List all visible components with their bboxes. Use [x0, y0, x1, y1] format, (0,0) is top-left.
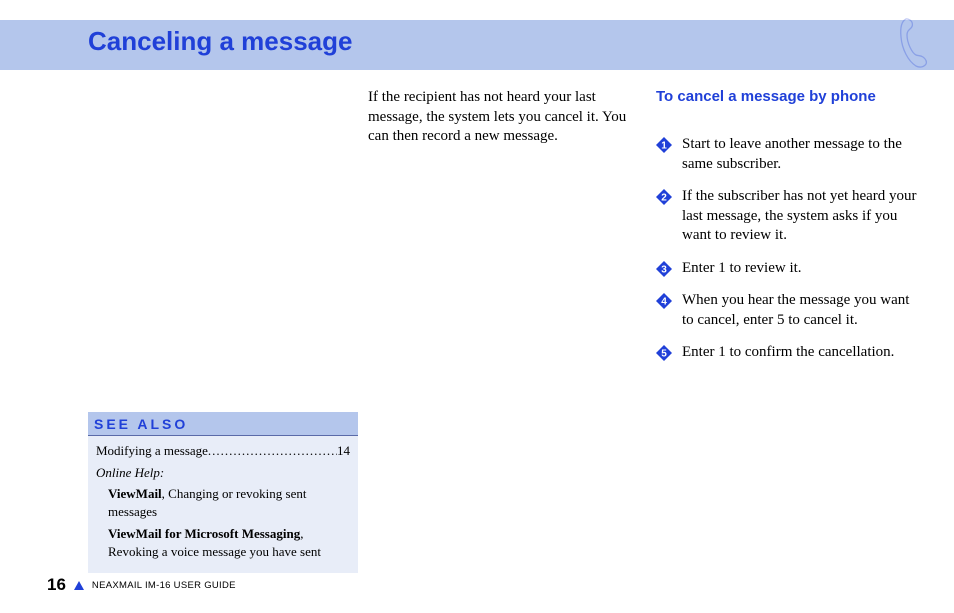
- page-number: 16: [47, 575, 66, 595]
- step-text: Enter 1 to review it.: [676, 259, 921, 279]
- online-help-label: Online Help:: [96, 464, 350, 482]
- step-text: Enter 1 to confirm the cancellation.: [676, 343, 921, 363]
- step-text: Start to leave another message to the sa…: [676, 135, 921, 174]
- step-2: 2 If the subscriber has not yet heard yo…: [656, 187, 921, 246]
- procedure-steps: 1 Start to leave another message to the …: [656, 135, 921, 376]
- step-number-icon: 4: [656, 293, 676, 309]
- dot-leader: ...............................: [208, 442, 337, 460]
- svg-text:3: 3: [661, 264, 667, 275]
- step-5: 5 Enter 1 to confirm the cancellation.: [656, 343, 921, 363]
- step-text: When you hear the message you want to ca…: [676, 291, 921, 330]
- svg-text:2: 2: [661, 193, 667, 204]
- step-4: 4 When you hear the message you want to …: [656, 291, 921, 330]
- step-number-icon: 2: [656, 189, 676, 205]
- procedure-heading: To cancel a message by phone: [656, 88, 911, 107]
- xref-label: Modifying a message: [96, 442, 208, 460]
- see-also-heading: SEE ALSO: [88, 412, 358, 435]
- step-number-icon: 5: [656, 345, 676, 361]
- step-text: If the subscriber has not yet heard your…: [676, 187, 921, 246]
- see-also-body: Modifying a message ....................…: [88, 435, 358, 573]
- triangle-icon: [74, 581, 84, 590]
- item-bold: ViewMail for Microsoft Messaging: [108, 526, 300, 541]
- see-also-item[interactable]: ViewMail for Microsoft Messaging, Revoki…: [96, 525, 350, 560]
- item-bold: ViewMail: [108, 486, 162, 501]
- phone-handset-icon: [896, 15, 936, 70]
- page-title: Canceling a message: [88, 26, 352, 57]
- xref-page: 14: [337, 442, 350, 460]
- intro-paragraph: If the recipient has not heard your last…: [368, 88, 633, 147]
- see-also-item[interactable]: ViewMail, Changing or revoking sent mess…: [96, 485, 350, 520]
- svg-text:5: 5: [661, 349, 667, 360]
- page-footer: 16 NEAXMAIL IM-16 USER GUIDE: [47, 575, 236, 595]
- see-also-box: SEE ALSO Modifying a message ...........…: [88, 412, 358, 573]
- step-1: 1 Start to leave another message to the …: [656, 135, 921, 174]
- see-also-xref[interactable]: Modifying a message ....................…: [96, 442, 350, 460]
- svg-text:1: 1: [661, 141, 667, 152]
- step-number-icon: 3: [656, 261, 676, 277]
- step-3: 3 Enter 1 to review it.: [656, 259, 921, 279]
- guide-name: NEAXMAIL IM-16 USER GUIDE: [92, 580, 236, 591]
- step-number-icon: 1: [656, 137, 676, 153]
- svg-text:4: 4: [661, 297, 667, 308]
